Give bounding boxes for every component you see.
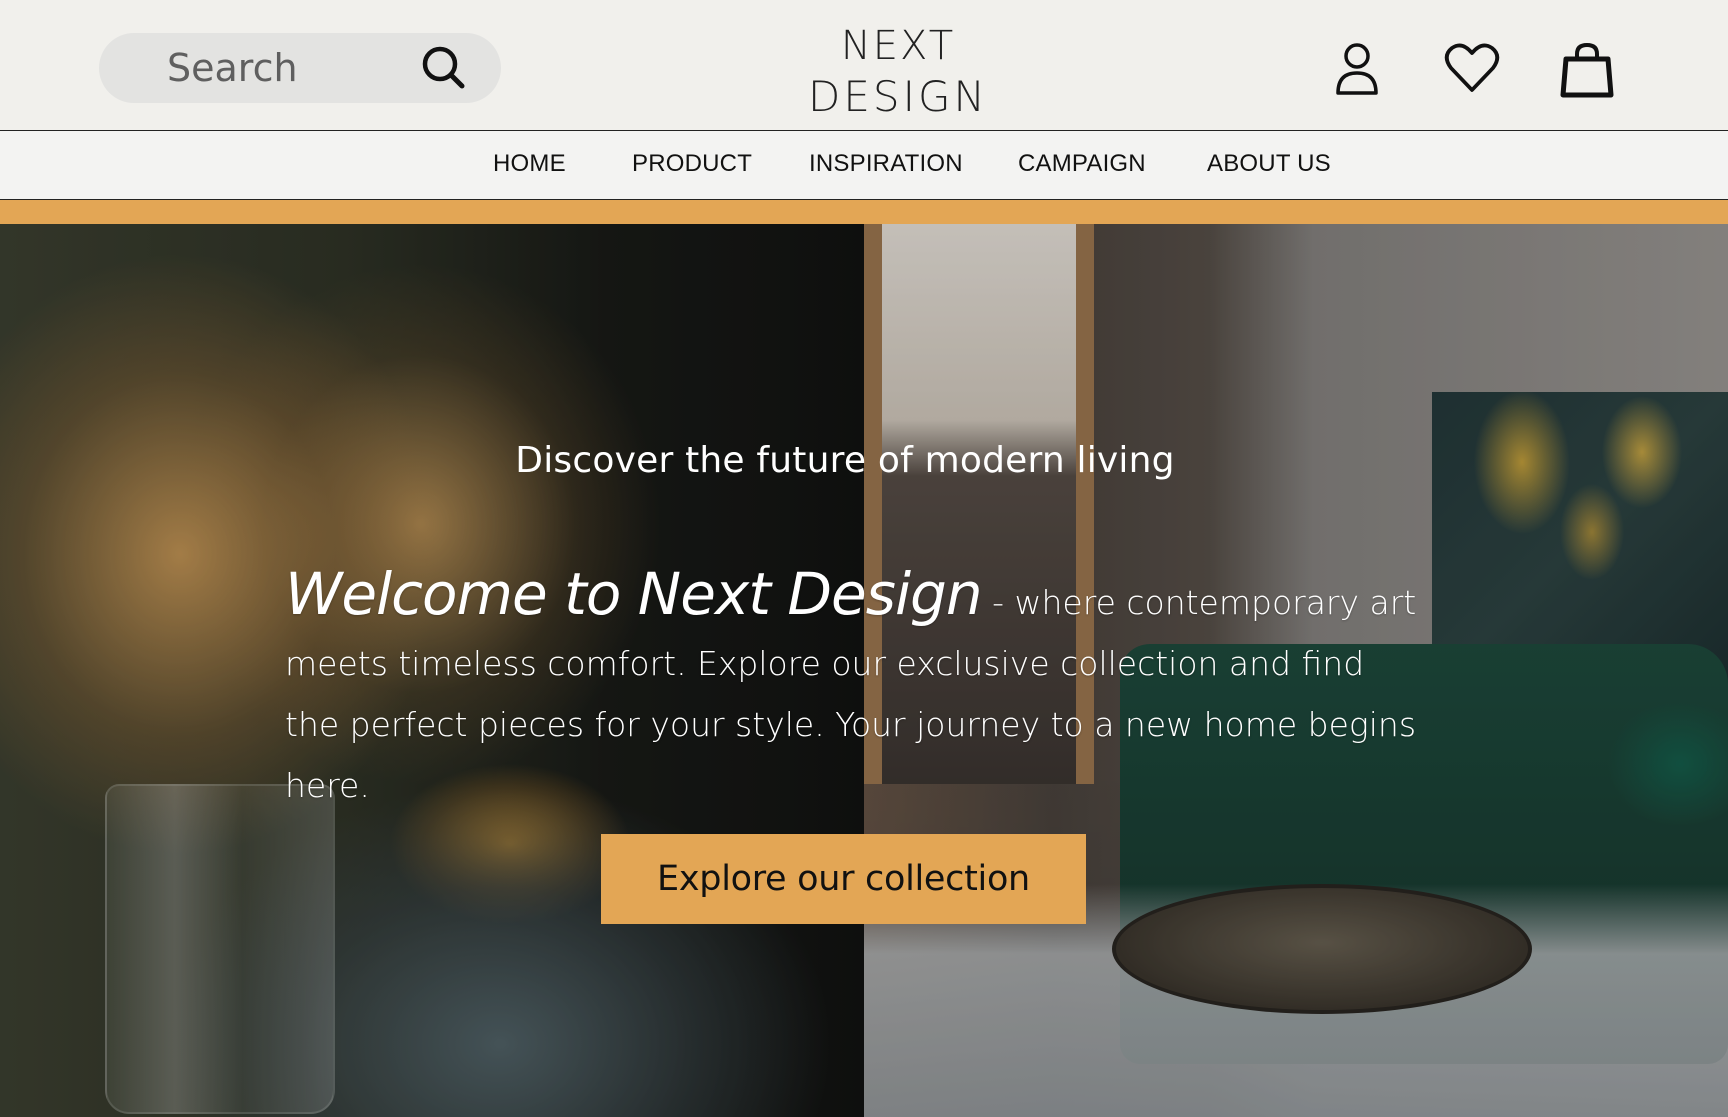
search-bar — [99, 33, 501, 103]
accent-divider — [0, 200, 1728, 224]
hero-subtitle: Discover the future of modern living — [515, 440, 1175, 481]
hero-welcome: Welcome to Next Design — [285, 560, 983, 628]
heart-icon — [1444, 43, 1500, 92]
search-input[interactable] — [99, 33, 439, 103]
nav-item-campaign[interactable]: CAMPAIGN — [1018, 150, 1146, 178]
hero-description: Welcome to Next Design - where contempor… — [285, 564, 1425, 816]
nav-item-inspiration[interactable]: INSPIRATION — [809, 150, 963, 178]
logo-line-2: DESIGN — [808, 72, 988, 121]
nav-item-home[interactable]: HOME — [493, 150, 566, 178]
explore-collection-button[interactable]: Explore our collection — [601, 834, 1086, 924]
main-nav: HOME PRODUCT INSPIRATION CAMPAIGN ABOUT … — [0, 130, 1728, 200]
user-icon — [1336, 43, 1378, 95]
logo-line-1: NEXT — [840, 23, 956, 69]
shopping-bag-icon — [1560, 42, 1614, 98]
search-button[interactable] — [417, 41, 471, 95]
search-icon — [422, 46, 465, 89]
site-header: NEXT DESIGN — [0, 0, 1728, 130]
wishlist-button[interactable] — [1444, 42, 1500, 94]
cart-button[interactable] — [1560, 42, 1614, 98]
account-button[interactable] — [1334, 42, 1380, 96]
nav-item-about-us[interactable]: ABOUT US — [1207, 150, 1331, 178]
nav-item-product[interactable]: PRODUCT — [632, 150, 752, 178]
brand-logo[interactable]: NEXT DESIGN — [760, 26, 1036, 118]
hero-section: Discover the future of modern living Wel… — [0, 224, 1728, 1117]
